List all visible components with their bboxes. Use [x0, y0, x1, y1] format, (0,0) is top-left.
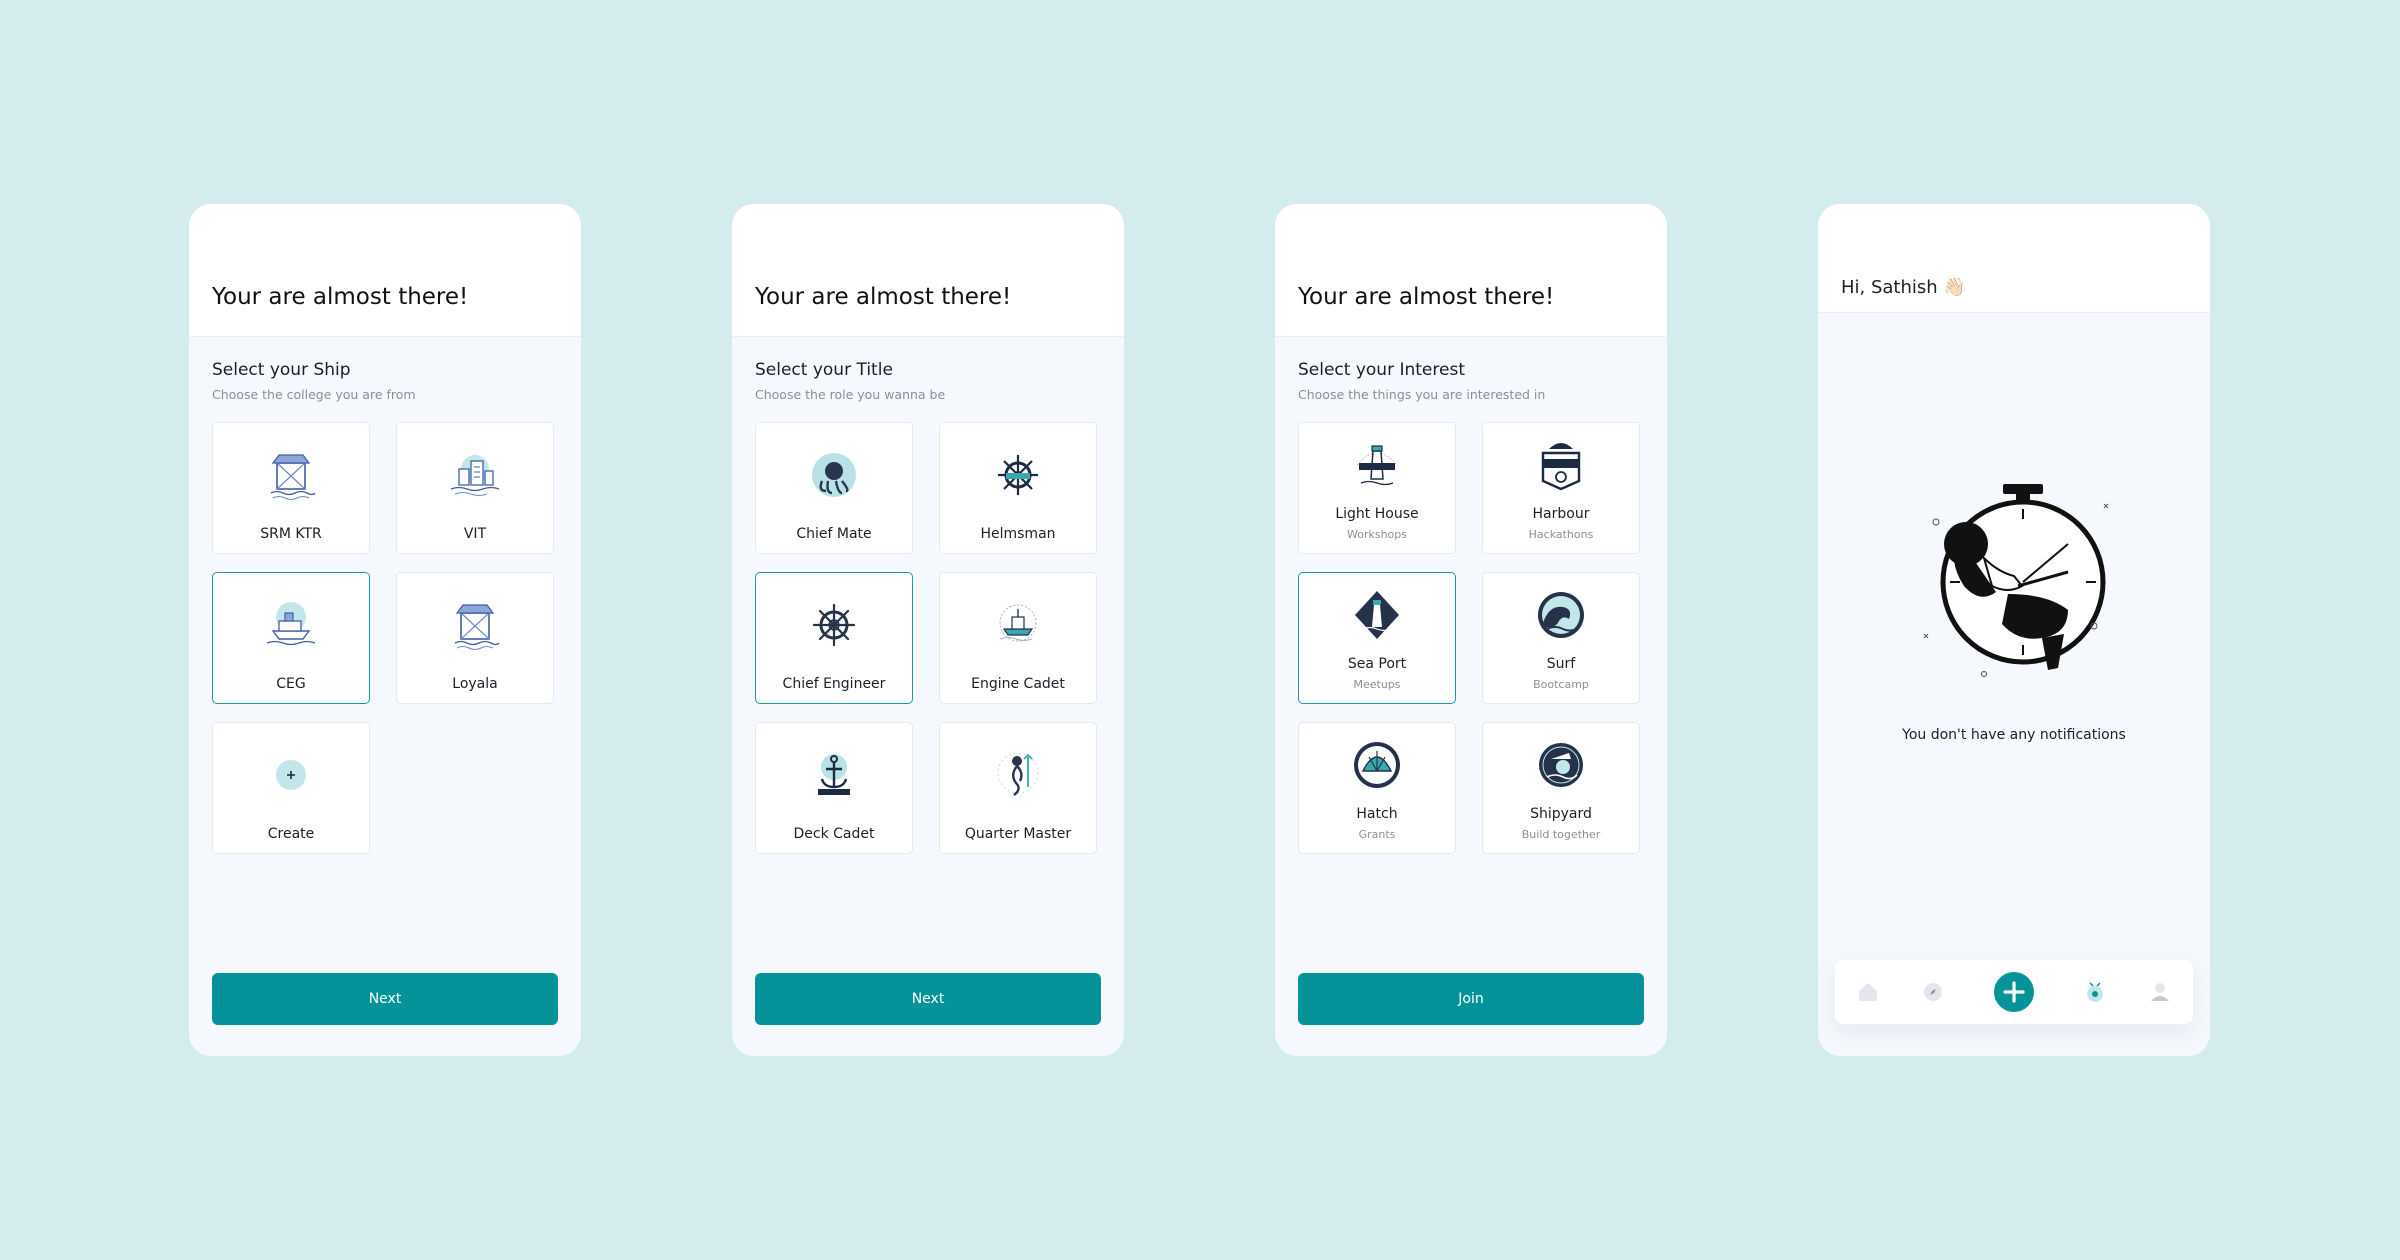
- title-option-chief-mate[interactable]: Chief Mate: [755, 422, 913, 554]
- title-option-engine-cadet[interactable]: Engine Cadet: [939, 572, 1097, 704]
- shell-badge-icon: [1349, 737, 1405, 793]
- lighthouse-diamond-icon: [1349, 587, 1405, 643]
- option-label: Create: [267, 826, 315, 842]
- interest-option-light-house[interactable]: Light House Workshops: [1298, 422, 1456, 554]
- ship-wheel-icon: [806, 597, 862, 653]
- wave-badge-icon: [1533, 587, 1589, 643]
- interest-option-shipyard[interactable]: Shipyard Build together: [1482, 722, 1640, 854]
- option-sublabel: Hackathons: [1528, 528, 1594, 541]
- screen-header: Hi, Sathish 👋🏻: [1818, 204, 2210, 313]
- option-sublabel: Meetups: [1353, 678, 1401, 691]
- section-subtitle: Choose the things you are interested in: [1298, 387, 1546, 402]
- option-label: SRM KTR: [260, 526, 322, 542]
- interest-option-harbour[interactable]: Harbour Hackathons: [1482, 422, 1640, 554]
- ship-option-create[interactable]: Create: [212, 722, 370, 854]
- plus-icon: [263, 747, 319, 803]
- ship-icon: [263, 597, 319, 653]
- option-label: Light House: [1335, 506, 1419, 522]
- helm-badge-icon: [990, 447, 1046, 503]
- option-label: Harbour: [1532, 506, 1590, 522]
- section-title: Select your Interest: [1298, 360, 1465, 380]
- ship-option-ceg[interactable]: CEG: [212, 572, 370, 704]
- title-option-quarter-master[interactable]: Quarter Master: [939, 722, 1097, 854]
- option-sublabel: Build together: [1521, 828, 1601, 841]
- option-label: CEG: [276, 676, 306, 692]
- option-label: VIT: [463, 526, 487, 542]
- option-sublabel: Workshops: [1346, 528, 1407, 541]
- section-title: Select your Title: [755, 360, 893, 380]
- option-sublabel: Bootcamp: [1533, 678, 1589, 691]
- mermaid-badge-icon: [990, 747, 1046, 803]
- title-selection-screen: Your are almost there! Select your Title…: [732, 204, 1124, 1056]
- section-subtitle: Choose the college you are from: [212, 387, 416, 402]
- seafarer-badge-icon: [1533, 437, 1589, 493]
- title-options-grid: Chief Mate Helmsman Chief Engineer Engin…: [755, 422, 1101, 872]
- ship-emblem-icon: [990, 597, 1046, 653]
- interest-option-surf[interactable]: Surf Bootcamp: [1482, 572, 1640, 704]
- option-label: Loyala: [452, 676, 498, 692]
- ship-option-loyala[interactable]: Loyala: [396, 572, 554, 704]
- city-waterfront-icon: [447, 447, 503, 503]
- lighthouse-badge-icon: [1349, 437, 1405, 493]
- option-label: Shipyard: [1530, 806, 1592, 822]
- page-title: Your are almost there!: [212, 284, 469, 310]
- compass-icon[interactable]: [1918, 977, 1948, 1007]
- option-sublabel: Grants: [1358, 828, 1396, 841]
- greeting: Hi, Sathish 👋🏻: [1841, 277, 1966, 298]
- option-label: Sea Port: [1347, 656, 1407, 672]
- octopus-badge-icon: [806, 447, 862, 503]
- title-option-helmsman[interactable]: Helmsman: [939, 422, 1097, 554]
- option-label: Engine Cadet: [971, 676, 1065, 692]
- plus-circle-icon[interactable]: [1993, 971, 2035, 1013]
- sailor-badge-icon: [1533, 737, 1589, 793]
- home-icon[interactable]: [1853, 977, 1883, 1007]
- option-label: Chief Mate: [796, 526, 872, 542]
- interest-option-hatch[interactable]: Hatch Grants: [1298, 722, 1456, 854]
- anchor-badge-icon: [806, 747, 862, 803]
- option-label: Deck Cadet: [793, 826, 875, 842]
- ship-option-srm-ktr[interactable]: SRM KTR: [212, 422, 370, 554]
- option-label: Chief Engineer: [782, 676, 886, 692]
- option-label: Helmsman: [980, 526, 1056, 542]
- harbor-crane-icon: [263, 447, 319, 503]
- ship-selection-screen: Your are almost there! Select your Ship …: [189, 204, 581, 1056]
- option-label: Quarter Master: [964, 826, 1072, 842]
- notifications-screen: Hi, Sathish 👋🏻 You don't have any notifi…: [1818, 204, 2210, 1056]
- join-button[interactable]: Join: [1298, 973, 1644, 1025]
- section-subtitle: Choose the role you wanna be: [755, 387, 946, 402]
- bell-badge-icon[interactable]: [2080, 977, 2110, 1007]
- page-title: Your are almost there!: [755, 284, 1012, 310]
- title-option-deck-cadet[interactable]: Deck Cadet: [755, 722, 913, 854]
- harbor-crane-icon: [447, 597, 503, 653]
- stopwatch-illustration: [1923, 484, 2109, 677]
- interest-option-sea-port[interactable]: Sea Port Meetups: [1298, 572, 1456, 704]
- screen-header: Your are almost there!: [189, 204, 581, 337]
- interest-selection-screen: Your are almost there! Select your Inter…: [1275, 204, 1667, 1056]
- next-button[interactable]: Next: [755, 973, 1101, 1025]
- interest-options-grid: Light House Workshops Harbour Hackathons…: [1298, 422, 1644, 872]
- page-title: Your are almost there!: [1298, 284, 1555, 310]
- option-label: Surf: [1546, 656, 1576, 672]
- screen-header: Your are almost there!: [1275, 204, 1667, 337]
- screen-header: Your are almost there!: [732, 204, 1124, 337]
- bottom-navigation: [1835, 960, 2193, 1024]
- ship-option-vit[interactable]: VIT: [396, 422, 554, 554]
- user-icon[interactable]: [2145, 977, 2175, 1007]
- option-label: Hatch: [1356, 806, 1398, 822]
- ship-options-grid: SRM KTR VIT CEG Loyala Create: [212, 422, 558, 872]
- section-title: Select your Ship: [212, 360, 351, 380]
- next-button[interactable]: Next: [212, 973, 558, 1025]
- empty-state-message: You don't have any notifications: [1902, 727, 2126, 743]
- title-option-chief-engineer[interactable]: Chief Engineer: [755, 572, 913, 704]
